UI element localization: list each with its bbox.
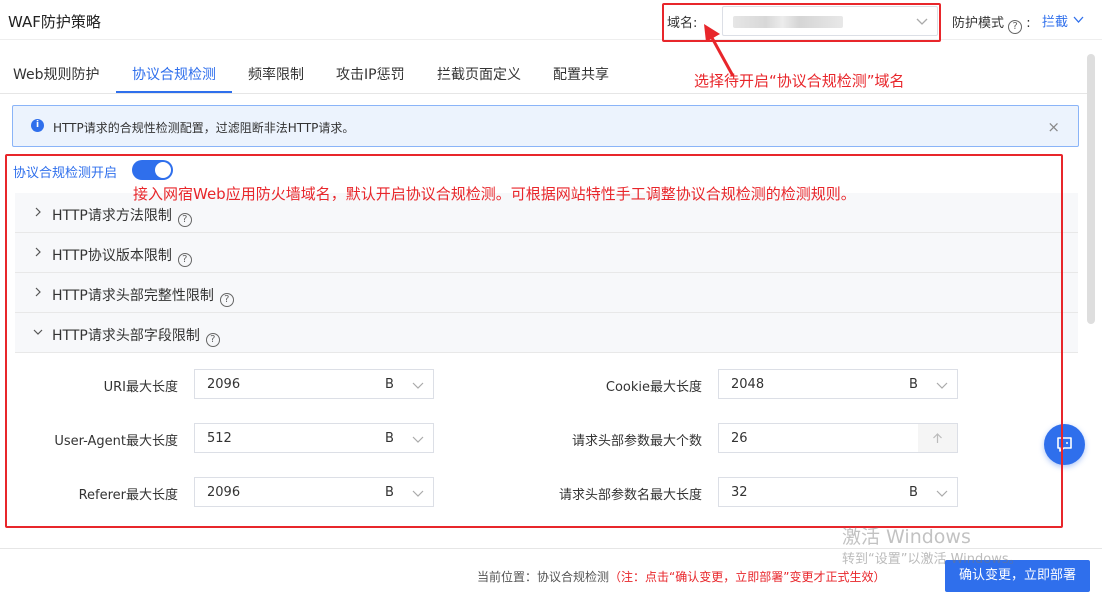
- header-name-length-input[interactable]: 32: [718, 477, 897, 507]
- tab-config-share[interactable]: 配置共享: [553, 64, 609, 84]
- active-tab-indicator: [116, 91, 232, 93]
- compliance-toggle[interactable]: [132, 160, 173, 180]
- panel-label: HTTP请求方法限制?: [52, 205, 192, 227]
- uri-length-input[interactable]: 2096: [194, 369, 373, 399]
- mode-select[interactable]: 拦截: [1042, 11, 1068, 30]
- current-position: 当前位置：协议合规检测（注：点击“确认变更，立即部署”变更才正式生效）: [477, 570, 886, 584]
- help-icon[interactable]: ?: [1008, 20, 1023, 34]
- ua-length-input[interactable]: 512: [194, 423, 373, 453]
- panel-protocol-version[interactable]: HTTP协议版本限制?: [15, 233, 1078, 273]
- toggle-label: 协议合规检测开启: [13, 166, 118, 181]
- chevron-down-icon: [412, 382, 424, 389]
- toggle-knob: [155, 162, 171, 178]
- page: WAF防护策略 域名: 防护模式 ? : 拦截 Web规则防护 协议合规检测 频…: [0, 0, 1102, 597]
- chevron-down-icon: [936, 382, 948, 389]
- chevron-down-icon: [936, 490, 948, 497]
- uri-length-label: URI最大长度: [103, 380, 178, 395]
- header-name-unit-select[interactable]: B: [896, 477, 958, 507]
- info-alert: i HTTP请求的合规性检测配置，过滤阻断非法HTTP请求。 ×: [12, 105, 1079, 147]
- chevron-right-icon: [35, 287, 41, 297]
- arrow-up-icon: [933, 433, 942, 443]
- header-name-length-label: 请求头部参数名最大长度: [558, 488, 702, 503]
- domain-value-redacted: [733, 16, 843, 28]
- cookie-unit-select[interactable]: B: [896, 369, 958, 399]
- help-icon[interactable]: ?: [219, 293, 234, 307]
- chevron-down-icon: [412, 490, 424, 497]
- domain-select[interactable]: [722, 6, 938, 36]
- header-count-label: 请求头部参数最大个数: [571, 434, 702, 449]
- chevron-down-icon: [1073, 16, 1084, 23]
- panel-header-fields[interactable]: HTTP请求头部字段限制?: [15, 313, 1078, 353]
- chat-button[interactable]: [1044, 424, 1085, 465]
- tab-bar: Web规则防护 协议合规检测 频率限制 攻击IP惩罚 拦截页面定义 配置共享: [0, 54, 1092, 94]
- help-icon[interactable]: ?: [205, 333, 220, 347]
- referer-length-label: Referer最大长度: [78, 488, 178, 503]
- chevron-down-icon: [916, 18, 928, 25]
- tab-rate-limit[interactable]: 频率限制: [248, 64, 304, 84]
- tab-block-page[interactable]: 拦截页面定义: [437, 64, 521, 84]
- cookie-length-label: Cookie最大长度: [605, 380, 702, 395]
- domain-label: 域名:: [667, 16, 698, 31]
- watermark-line2: 转到“设置”以激活 Windows。: [842, 552, 1022, 567]
- panel-label: HTTP请求头部字段限制?: [52, 325, 220, 347]
- help-icon[interactable]: ?: [177, 253, 192, 267]
- referer-length-input[interactable]: 2096: [194, 477, 373, 507]
- page-title: WAF防护策略: [8, 13, 101, 31]
- tab-web-rules[interactable]: Web规则防护: [13, 64, 100, 84]
- cookie-length-input[interactable]: 2048: [718, 369, 897, 399]
- chevron-down-icon: [412, 436, 424, 443]
- info-icon: i: [31, 119, 44, 132]
- annotation-domain-hint: 选择待开启“协议合规检测”域名: [694, 72, 905, 90]
- tab-ip-penalty[interactable]: 攻击IP惩罚: [336, 64, 405, 84]
- annotation-toggle-hint: 接入网宿Web应用防火墙域名，默认开启协议合规检测。可根据网站特性手工调整协议合…: [133, 185, 856, 203]
- panel-header-integrity[interactable]: HTTP请求头部完整性限制?: [15, 273, 1078, 313]
- header-count-input[interactable]: 26: [718, 423, 919, 453]
- tab-protocol-compliance[interactable]: 协议合规检测: [132, 64, 216, 84]
- referer-unit-select[interactable]: B: [372, 477, 434, 507]
- header: WAF防护策略 域名: 防护模式 ? : 拦截: [0, 0, 1102, 40]
- mode-label: 防护模式 ? :: [952, 12, 1031, 34]
- header-count-stepper[interactable]: [918, 423, 958, 453]
- help-icon[interactable]: ?: [177, 213, 192, 227]
- scrollbar[interactable]: [1087, 54, 1095, 324]
- uri-unit-select[interactable]: B: [372, 369, 434, 399]
- panel-label: HTTP请求头部完整性限制?: [52, 285, 234, 307]
- chevron-right-icon: [35, 247, 41, 257]
- mode-label-text: 防护模式: [952, 16, 1005, 31]
- close-icon[interactable]: ×: [1047, 118, 1060, 136]
- ua-length-label: User-Agent最大长度: [54, 434, 178, 449]
- chevron-right-icon: [35, 207, 41, 217]
- deploy-note: （注：点击“确认变更，立即部署”变更才正式生效）: [609, 570, 886, 584]
- chevron-down-icon: [33, 329, 43, 335]
- ua-unit-select[interactable]: B: [372, 423, 434, 453]
- info-text: HTTP请求的合规性检测配置，过滤阻断非法HTTP请求。: [53, 121, 355, 135]
- mode-colon: :: [1026, 16, 1031, 31]
- watermark-line1: 激活 Windows: [842, 526, 971, 548]
- panel-label: HTTP协议版本限制?: [52, 245, 192, 267]
- chat-icon: [1057, 437, 1072, 452]
